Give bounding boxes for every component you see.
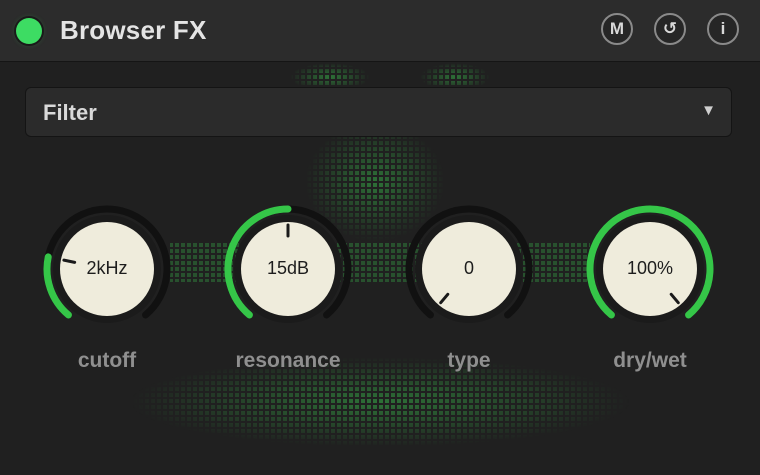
knob-label-type: type bbox=[447, 349, 491, 372]
knob-type[interactable] bbox=[405, 205, 533, 323]
knob-drywet[interactable] bbox=[586, 205, 714, 323]
knob-label-cutoff: cutoff bbox=[77, 349, 137, 372]
knob-layer bbox=[43, 205, 714, 323]
knob-resonance[interactable] bbox=[224, 205, 352, 323]
knob-label-resonance: resonance bbox=[235, 349, 341, 372]
knob-label-drywet: dry/wet bbox=[613, 349, 687, 372]
knob-cutoff[interactable] bbox=[43, 205, 171, 323]
knob-face bbox=[60, 222, 154, 316]
knob-face bbox=[603, 222, 697, 316]
knob-face bbox=[422, 222, 516, 316]
